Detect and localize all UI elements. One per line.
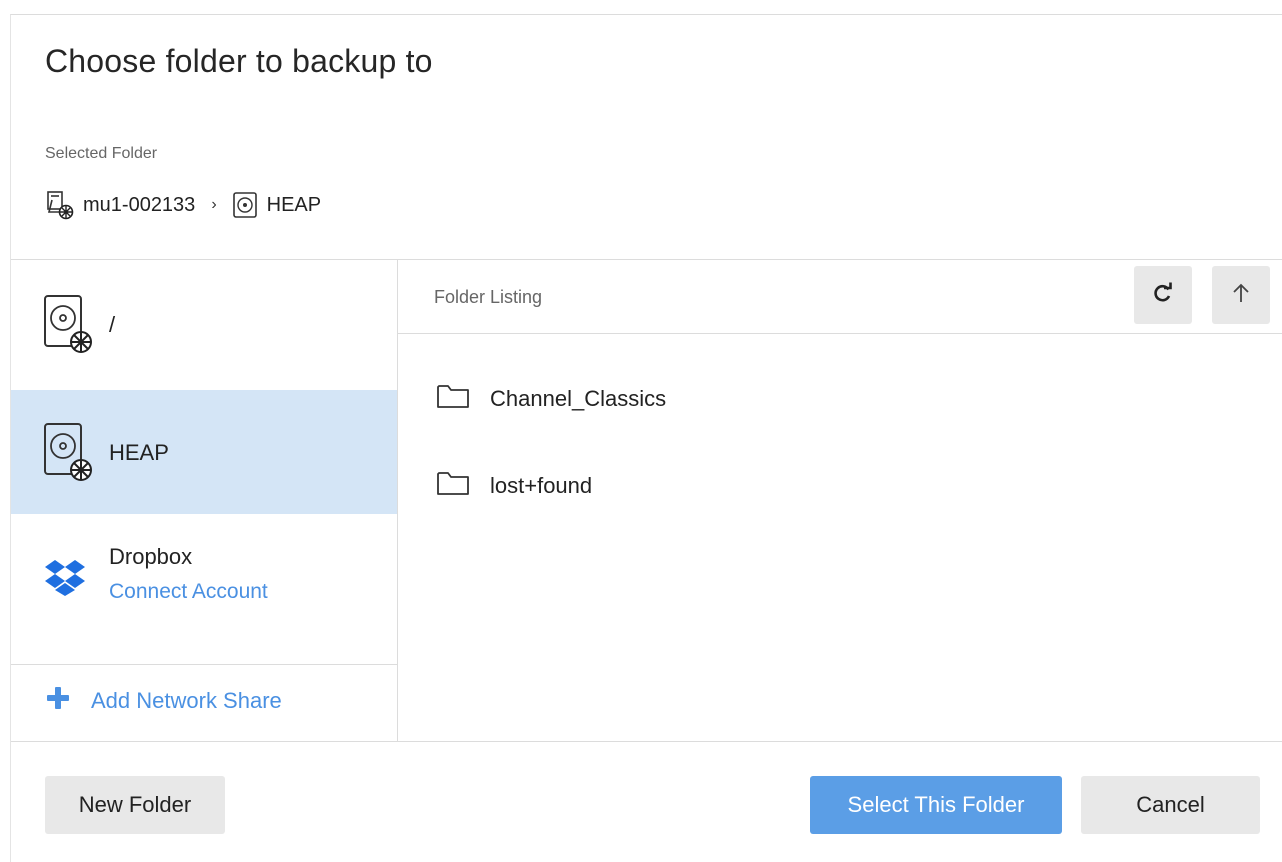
breadcrumb-item-computer[interactable]: mu1-002133 [45,190,195,220]
sidebar-item-label: / [109,312,116,337]
breadcrumb-separator: › [211,196,217,213]
add-network-share-label: Add Network Share [91,688,282,713]
computer-network-icon [45,190,75,220]
cancel-button[interactable]: Cancel [1081,776,1260,834]
breadcrumb-computer-label: mu1-002133 [83,193,196,216]
dropbox-icon [45,558,85,601]
folder-name: lost+found [490,473,593,498]
listing-header: Folder Listing [398,260,1282,334]
breadcrumb: mu1-002133 › HEAP [45,189,321,221]
refresh-button[interactable] [1134,266,1192,324]
breadcrumb-heap-label: HEAP [266,193,322,216]
folder-listing-panel: Folder Listing Channel_Classics lost+fou… [398,260,1282,741]
drive-icon [231,190,259,220]
sidebar-divider [11,664,397,665]
network-drive-icon [41,292,97,361]
selected-folder-label: Selected Folder [45,145,158,162]
folder-list-item[interactable]: lost+found [436,469,592,503]
sidebar-item-root[interactable]: / [11,260,397,390]
network-drive-icon [41,420,97,489]
breadcrumb-item-heap[interactable]: HEAP [231,190,321,220]
backup-folder-dialog: Choose folder to backup to Selected Fold… [10,14,1282,862]
plus-icon [45,685,71,717]
connect-account-link[interactable]: Connect Account [109,580,268,604]
select-folder-button[interactable]: Select This Folder [810,776,1062,834]
folder-listing-label: Folder Listing [434,287,543,307]
folder-name: Channel_Classics [490,386,667,411]
arrow-up-icon [1231,282,1251,309]
dropbox-label: Dropbox [109,544,193,569]
folder-icon [436,382,470,416]
location-sidebar: / HEAP Dropbox Connect Account Add Netwo… [11,260,398,741]
add-network-share-button[interactable]: Add Network Share [45,685,282,717]
folder-browser: / HEAP Dropbox Connect Account Add Netwo… [11,259,1282,742]
parent-folder-button[interactable] [1212,266,1270,324]
sidebar-item-heap[interactable]: HEAP [11,390,397,514]
refresh-icon [1152,282,1174,309]
sidebar-item-label: HEAP [109,440,169,465]
folder-icon [436,469,470,503]
dialog-title: Choose folder to backup to [45,43,433,79]
folder-list-item[interactable]: Channel_Classics [436,382,666,416]
new-folder-button[interactable]: New Folder [45,776,225,834]
